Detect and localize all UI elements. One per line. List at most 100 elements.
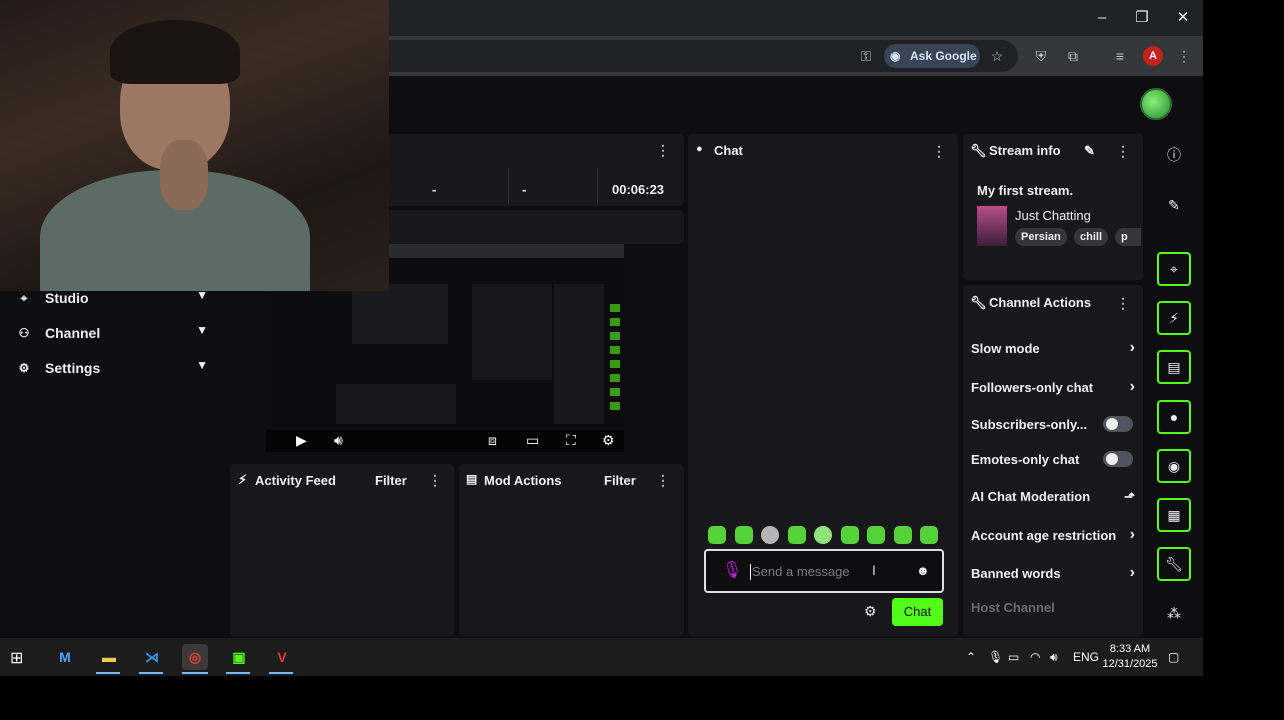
stream-info-menu-icon[interactable]: ⋮ bbox=[1116, 143, 1130, 160]
stream-tag[interactable]: p bbox=[1115, 228, 1141, 246]
action-slow-mode[interactable]: Slow mode › bbox=[971, 339, 1135, 356]
stream-info-title: Stream info bbox=[989, 143, 1061, 158]
wrench-icon: 🔧︎ bbox=[970, 295, 987, 310]
action-label: Slow mode bbox=[971, 341, 1040, 356]
taskbar-active-indicator bbox=[139, 672, 163, 674]
sidebar-item-label: Studio bbox=[45, 290, 89, 306]
player-settings-icon[interactable]: ⚙ bbox=[602, 432, 615, 449]
shield-extension-icon[interactable]: ⛨ bbox=[1031, 46, 1051, 66]
edit-pencil-icon[interactable]: ✎ bbox=[1160, 191, 1188, 219]
mod-actions-rail-button[interactable]: ▤ bbox=[1157, 350, 1191, 384]
stream-tag[interactable]: chill bbox=[1074, 228, 1109, 246]
close-button[interactable]: ✕ bbox=[1171, 8, 1195, 28]
ask-google-button[interactable]: ◉ Ask Google bbox=[884, 44, 980, 68]
stats-menu-icon[interactable]: ⋮ bbox=[656, 142, 670, 159]
chevron-down-icon: ▼ bbox=[196, 358, 208, 372]
emoji-picker-icon[interactable]: ☻ bbox=[916, 563, 930, 578]
taskbar-app-icon[interactable]: M bbox=[52, 644, 78, 670]
notification-center-icon[interactable]: ▢ bbox=[1168, 650, 1179, 664]
sidebar-item-settings[interactable]: ⚙ Settings ▼ bbox=[16, 358, 212, 380]
layout-rail-button[interactable]: ▦ bbox=[1157, 498, 1191, 532]
language-indicator[interactable]: ENG bbox=[1073, 650, 1099, 664]
emote[interactable] bbox=[867, 526, 885, 544]
category-thumbnail bbox=[977, 206, 1007, 246]
theatre-icon[interactable]: ▭ bbox=[526, 432, 539, 449]
microphone-icon[interactable]: 🎙︎ bbox=[988, 650, 1003, 664]
info-icon[interactable]: ⓘ bbox=[1160, 141, 1188, 169]
media-queue-icon[interactable]: ≡ bbox=[1110, 46, 1130, 66]
clock-date[interactable]: 12/31/2025 bbox=[1102, 658, 1158, 670]
mod-actions-menu-icon[interactable]: ⋮ bbox=[656, 472, 670, 489]
battery-icon[interactable]: ▭ bbox=[1008, 650, 1019, 664]
emote[interactable] bbox=[920, 526, 938, 544]
wrench-icon: 🔧︎ bbox=[1165, 556, 1183, 572]
emote[interactable] bbox=[841, 526, 859, 544]
play-icon[interactable]: ▶ bbox=[296, 432, 307, 449]
mod-actions-filter-button[interactable]: Filter bbox=[604, 473, 636, 488]
emote[interactable] bbox=[735, 526, 753, 544]
activity-rail-button[interactable]: ⚡︎ bbox=[1157, 301, 1191, 335]
chevron-right-icon: › bbox=[1129, 339, 1135, 356]
chat-menu-icon[interactable]: ⋮ bbox=[932, 143, 946, 160]
action-label: Account age restriction bbox=[971, 528, 1117, 543]
chrome-icon[interactable]: ◎ bbox=[182, 644, 208, 670]
sidebar-item-channel[interactable]: ⚇ Channel ▼ bbox=[16, 323, 212, 345]
profile-avatar[interactable]: A bbox=[1143, 46, 1163, 66]
emote[interactable] bbox=[894, 526, 912, 544]
volume-icon[interactable]: 🔊︎ bbox=[334, 432, 343, 449]
emote[interactable] bbox=[708, 526, 726, 544]
extensions-icon[interactable]: ⧉ bbox=[1063, 46, 1083, 66]
action-banned-words[interactable]: Banned words › bbox=[971, 564, 1135, 581]
clock-time[interactable]: 8:33 AM bbox=[1104, 643, 1156, 655]
emotes-only-toggle[interactable] bbox=[1103, 451, 1133, 467]
chat-send-button[interactable]: Chat bbox=[892, 598, 943, 626]
emote[interactable] bbox=[788, 526, 806, 544]
broadcast-rail-button[interactable]: ◉ bbox=[1157, 449, 1191, 483]
bookmark-star-icon[interactable]: ☆ bbox=[987, 46, 1007, 66]
maximize-button[interactable]: ❐ bbox=[1130, 8, 1154, 28]
minimize-button[interactable]: – bbox=[1090, 8, 1114, 28]
webcam-hair bbox=[110, 20, 240, 84]
vscode-icon[interactable]: ⋊ bbox=[139, 644, 165, 670]
widgets-icon[interactable]: ⁂ bbox=[1160, 599, 1188, 627]
emote[interactable] bbox=[814, 526, 832, 544]
chart-icon: ⬏ bbox=[1124, 489, 1135, 504]
microphone-icon[interactable]: 🎙︎ bbox=[722, 560, 742, 580]
stream-tag[interactable]: Persian bbox=[1015, 228, 1067, 246]
log-icon: ▤ bbox=[1167, 359, 1181, 375]
action-ai-chat-moderation[interactable]: AI Chat Moderation ⬏ bbox=[971, 489, 1135, 504]
action-subscribers-only: Subscribers-only... bbox=[971, 416, 1135, 432]
chat-input[interactable]: 🎙︎ Send a message Ι ☻ bbox=[704, 549, 944, 593]
password-key-icon[interactable]: ⚿ bbox=[856, 46, 876, 66]
vivaldi-icon[interactable]: V bbox=[269, 644, 295, 670]
file-explorer-icon[interactable]: ▬ bbox=[96, 644, 122, 670]
wifi-icon[interactable]: ◠ bbox=[1030, 650, 1040, 664]
streaming-app-icon[interactable]: ▣ bbox=[226, 644, 252, 670]
emote[interactable] bbox=[761, 526, 779, 544]
sidebar-item-studio[interactable]: ⌖ Studio ▼ bbox=[16, 288, 212, 310]
edit-pencil-icon[interactable]: ✎ bbox=[1084, 143, 1095, 159]
action-followers-only[interactable]: Followers-only chat › bbox=[971, 378, 1135, 395]
studio-rail-button[interactable]: ⌖ bbox=[1157, 252, 1191, 286]
stats-divider bbox=[597, 168, 598, 204]
chat-rail-button[interactable]: ● bbox=[1157, 400, 1191, 434]
channel-actions-menu-icon[interactable]: ⋮ bbox=[1116, 295, 1130, 312]
chat-bubble-icon: ● bbox=[696, 143, 703, 155]
tools-rail-button[interactable]: 🔧︎ bbox=[1157, 547, 1191, 581]
chat-settings-icon[interactable]: ⚙ bbox=[864, 603, 877, 620]
volume-icon[interactable]: 🔊︎ bbox=[1050, 650, 1058, 665]
chevron-down-icon: ▼ bbox=[196, 323, 208, 337]
fullscreen-icon[interactable]: ⛶ bbox=[566, 432, 576, 449]
taskbar-active-indicator bbox=[226, 672, 250, 674]
action-label: AI Chat Moderation bbox=[971, 489, 1091, 504]
pip-icon[interactable]: ⧈ bbox=[488, 432, 497, 449]
activity-feed-filter-button[interactable]: Filter bbox=[375, 473, 407, 488]
action-account-age[interactable]: Account age restriction › bbox=[971, 526, 1135, 543]
user-avatar[interactable] bbox=[1140, 88, 1172, 120]
channel-actions-header: 🔧︎ Channel Actions ⋮ bbox=[970, 295, 1136, 313]
tray-chevron-up-icon[interactable]: ⌃ bbox=[966, 650, 976, 664]
windows-start-icon[interactable]: ⊞ bbox=[10, 648, 23, 668]
subscribers-only-toggle[interactable] bbox=[1103, 416, 1133, 432]
activity-feed-menu-icon[interactable]: ⋮ bbox=[428, 472, 442, 489]
browser-menu-icon[interactable]: ⋮ bbox=[1174, 46, 1194, 66]
